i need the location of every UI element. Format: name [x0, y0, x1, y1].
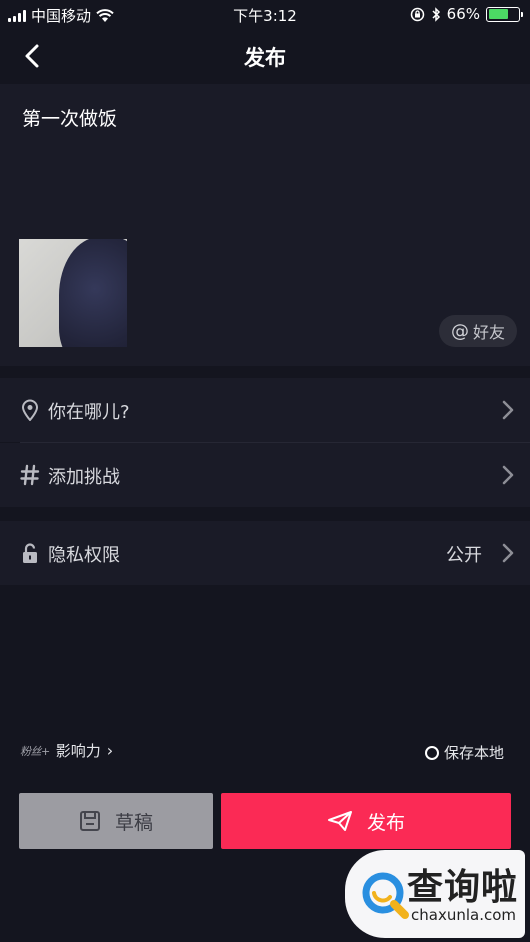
- radio-circle-icon: [424, 745, 439, 760]
- fans-badge-icon: 粉丝+: [20, 744, 50, 758]
- publish-label: 发布: [366, 811, 405, 834]
- watermark-domain: chaxunla.com: [411, 906, 516, 924]
- caption-input[interactable]: 第一次做饭: [22, 104, 117, 131]
- cover-thumbnail[interactable]: [19, 239, 127, 347]
- chevron-right-icon: [502, 543, 514, 563]
- status-bar: 中国移动 下午3:12 66%: [0, 0, 530, 28]
- influence-link[interactable]: 粉丝+ 影响力 ›: [20, 740, 113, 761]
- battery-level: [488, 9, 508, 19]
- battery-icon: [486, 6, 523, 22]
- save-local-toggle[interactable]: 保存本地: [424, 742, 504, 763]
- draft-button[interactable]: 草稿: [19, 793, 213, 849]
- watermark: 查询啦 chaxunla.com: [345, 850, 525, 938]
- privacy-value: 公开: [446, 545, 482, 566]
- nav-bar: 发布: [0, 28, 530, 84]
- location-row[interactable]: 你在哪儿?: [0, 378, 530, 442]
- unlock-icon: [23, 543, 37, 563]
- location-label: 你在哪儿?: [48, 402, 130, 423]
- save-local-label: 保存本地: [443, 744, 504, 762]
- influence-label: 影响力: [55, 742, 101, 760]
- location-pin-icon: [21, 399, 39, 421]
- chevron-right-small-icon: ›: [106, 741, 114, 760]
- publish-button[interactable]: 发布: [221, 793, 511, 849]
- caption-card: 第一次做饭 @ 好友: [0, 84, 530, 366]
- at-icon: @: [450, 320, 469, 342]
- draft-icon: [79, 811, 100, 831]
- mention-label: 好友: [472, 323, 505, 342]
- add-challenge-label: 添加挑战: [48, 467, 120, 488]
- mention-friends-button[interactable]: @ 好友: [438, 315, 517, 347]
- orientation-lock-icon: [410, 7, 424, 21]
- watermark-title: 查询啦: [407, 867, 519, 908]
- battery-percent: 66%: [446, 5, 480, 23]
- chevron-right-icon: [502, 465, 514, 485]
- privacy-label: 隐私权限: [48, 545, 120, 566]
- cover-thumbnail-shadow: [59, 239, 127, 347]
- status-right: 66%: [410, 5, 523, 23]
- privacy-row[interactable]: 隐私权限 公开: [0, 521, 530, 585]
- page-title: 发布: [244, 46, 286, 70]
- bluetooth-icon: [432, 6, 440, 22]
- chevron-right-icon: [502, 400, 514, 420]
- paper-plane-icon: [327, 811, 352, 831]
- hashtag-icon: [20, 464, 40, 486]
- draft-label: 草稿: [114, 811, 153, 834]
- add-challenge-row[interactable]: 添加挑战: [0, 443, 530, 507]
